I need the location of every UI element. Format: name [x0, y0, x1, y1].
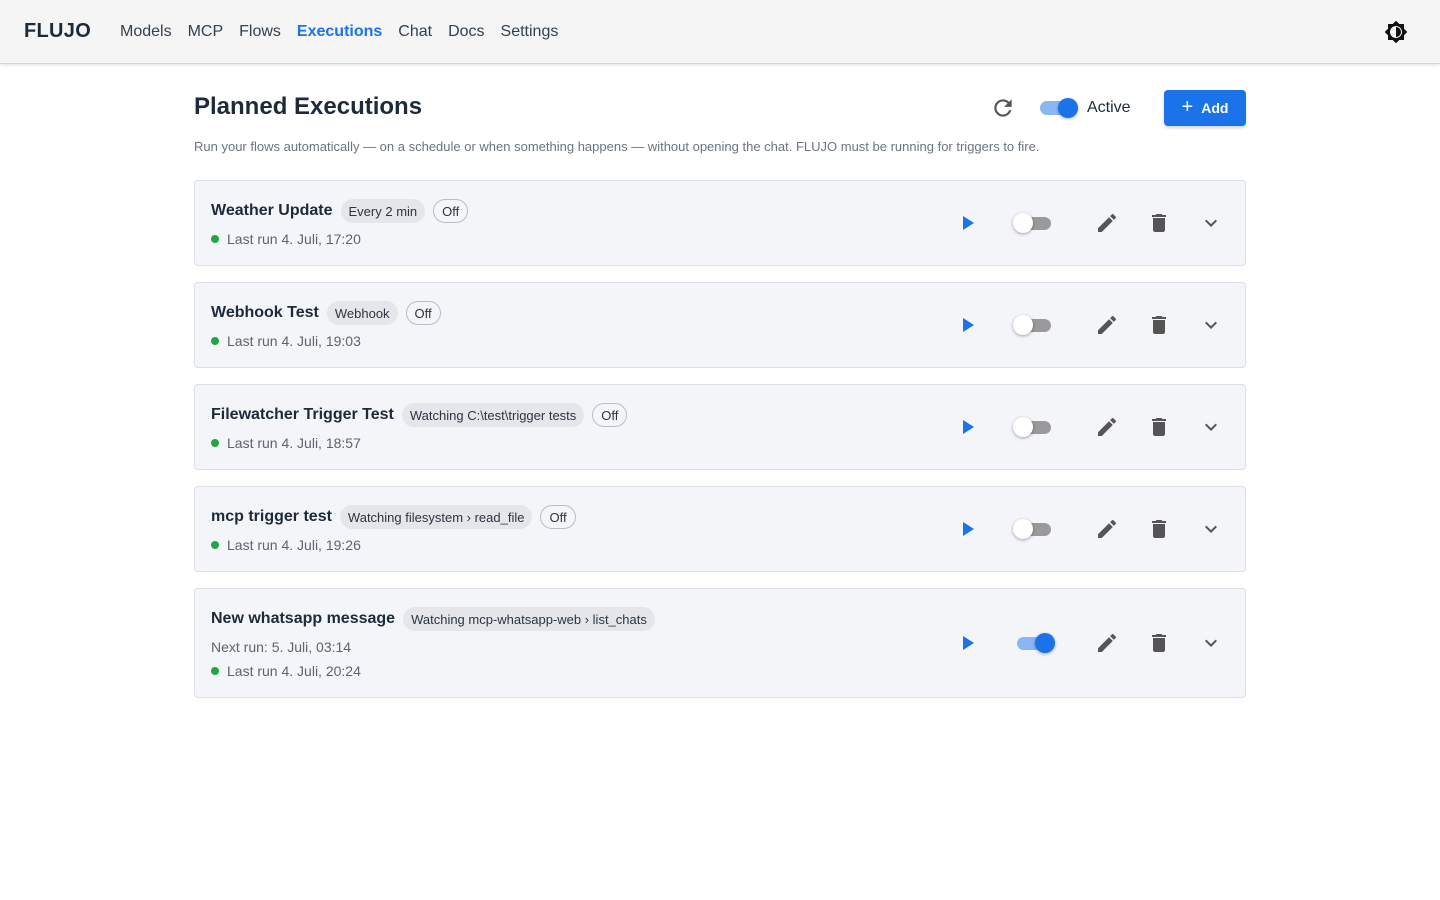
- execution-card: Webhook Test Webhook Off Last run 4. Jul…: [194, 282, 1246, 368]
- next-run-text: Next run: 5. Juli, 03:14: [211, 639, 352, 655]
- app-brand[interactable]: FLUJO: [24, 20, 91, 43]
- enable-toggle[interactable]: [1013, 313, 1057, 337]
- edit-button[interactable]: [1093, 515, 1121, 543]
- nav-settings[interactable]: Settings: [493, 0, 567, 64]
- run-now-button[interactable]: [953, 209, 981, 237]
- execution-name: Filewatcher Trigger Test: [211, 406, 394, 423]
- add-button-label: Add: [1201, 100, 1229, 116]
- delete-button[interactable]: [1145, 515, 1173, 543]
- nav-executions[interactable]: Executions: [289, 0, 390, 64]
- status-dot: [211, 235, 219, 243]
- pencil-icon: [1098, 315, 1117, 334]
- enable-toggle[interactable]: [1013, 211, 1057, 235]
- trigger-chip: Watching C:\test\trigger tests: [401, 403, 585, 427]
- trash-icon: [1152, 418, 1166, 436]
- trash-icon: [1152, 634, 1166, 652]
- add-button[interactable]: + Add: [1164, 90, 1246, 126]
- trash-icon: [1152, 316, 1166, 334]
- trash-icon: [1152, 520, 1166, 538]
- status-dot: [211, 439, 219, 447]
- pencil-icon: [1098, 213, 1117, 232]
- status-dot: [211, 541, 219, 549]
- trigger-chip: Every 2 min: [340, 199, 426, 223]
- main-nav: Models MCP Flows Executions Chat Docs Se…: [112, 0, 566, 64]
- execution-name: Weather Update: [211, 202, 333, 219]
- nav-models[interactable]: Models: [112, 0, 180, 64]
- pencil-icon: [1098, 519, 1117, 538]
- last-run-text: Last run 4. Juli, 19:26: [227, 537, 361, 553]
- execution-card: Filewatcher Trigger Test Watching C:\tes…: [194, 384, 1246, 470]
- run-now-button[interactable]: [953, 311, 981, 339]
- page-description: Run your flows automatically — on a sche…: [194, 139, 1040, 154]
- plus-icon: +: [1181, 96, 1194, 118]
- status-dot: [211, 337, 219, 345]
- play-icon: [963, 420, 974, 434]
- run-now-button[interactable]: [953, 515, 981, 543]
- trigger-chip: Watching filesystem › read_file: [339, 505, 533, 529]
- trigger-chip: Watching mcp-whatsapp-web › list_chats: [403, 607, 655, 631]
- run-now-button[interactable]: [953, 413, 981, 441]
- chevron-down-icon: [1205, 321, 1217, 329]
- chevron-down-icon: [1205, 219, 1217, 227]
- top-navbar: FLUJO Models MCP Flows Executions Chat D…: [0, 0, 1440, 64]
- delete-button[interactable]: [1145, 629, 1173, 657]
- expand-button[interactable]: [1197, 515, 1225, 543]
- nav-docs[interactable]: Docs: [440, 0, 492, 64]
- chevron-down-icon: [1205, 525, 1217, 533]
- edit-button[interactable]: [1093, 413, 1121, 441]
- play-icon: [963, 216, 974, 230]
- state-chip: Off: [592, 403, 628, 427]
- pencil-icon: [1098, 633, 1117, 652]
- nav-chat[interactable]: Chat: [390, 0, 440, 64]
- run-now-button[interactable]: [953, 629, 981, 657]
- state-chip: Off: [540, 505, 576, 529]
- last-run-text: Last run 4. Juli, 17:20: [227, 231, 361, 247]
- expand-button[interactable]: [1197, 629, 1225, 657]
- delete-button[interactable]: [1145, 413, 1173, 441]
- execution-name: Webhook Test: [211, 304, 319, 321]
- delete-button[interactable]: [1145, 311, 1173, 339]
- state-chip: Off: [433, 199, 469, 223]
- enable-toggle[interactable]: [1013, 517, 1057, 541]
- status-dot: [211, 667, 219, 675]
- pencil-icon: [1098, 417, 1117, 436]
- refresh-button[interactable]: [990, 95, 1016, 121]
- play-icon: [963, 522, 974, 536]
- expand-button[interactable]: [1197, 311, 1225, 339]
- last-run-text: Last run 4. Juli, 19:03: [227, 333, 361, 349]
- trigger-chip: Webhook: [326, 301, 398, 325]
- edit-button[interactable]: [1093, 629, 1121, 657]
- execution-name: New whatsapp message: [211, 610, 396, 627]
- refresh-icon: [994, 99, 1012, 117]
- active-label: Active: [1087, 99, 1131, 116]
- execution-card: mcp trigger test Watching filesystem › r…: [194, 486, 1246, 572]
- state-chip: Off: [405, 301, 441, 325]
- execution-card: Weather Update Every 2 min Off Last run …: [194, 180, 1246, 266]
- expand-button[interactable]: [1197, 413, 1225, 441]
- chevron-down-icon: [1205, 423, 1217, 431]
- edit-button[interactable]: [1093, 209, 1121, 237]
- trash-icon: [1152, 214, 1166, 232]
- page-title: Planned Executions: [194, 93, 423, 120]
- play-icon: [963, 318, 974, 332]
- nav-mcp[interactable]: MCP: [180, 0, 232, 64]
- enable-toggle[interactable]: [1013, 415, 1057, 439]
- enable-toggle[interactable]: [1013, 631, 1057, 655]
- expand-button[interactable]: [1197, 209, 1225, 237]
- last-run-text: Last run 4. Juli, 20:24: [227, 663, 361, 679]
- chevron-down-icon: [1205, 639, 1217, 647]
- execution-name: mcp trigger test: [211, 508, 332, 525]
- brightness-icon: [1384, 20, 1408, 44]
- nav-flows[interactable]: Flows: [231, 0, 289, 64]
- edit-button[interactable]: [1093, 311, 1121, 339]
- theme-toggle-button[interactable]: [1384, 20, 1408, 44]
- executions-list: Weather Update Every 2 min Off Last run …: [194, 180, 1246, 714]
- delete-button[interactable]: [1145, 209, 1173, 237]
- last-run-text: Last run 4. Juli, 18:57: [227, 435, 361, 451]
- play-icon: [963, 636, 974, 650]
- execution-card: New whatsapp message Watching mcp-whatsa…: [194, 588, 1246, 698]
- active-switch[interactable]: [1038, 96, 1080, 120]
